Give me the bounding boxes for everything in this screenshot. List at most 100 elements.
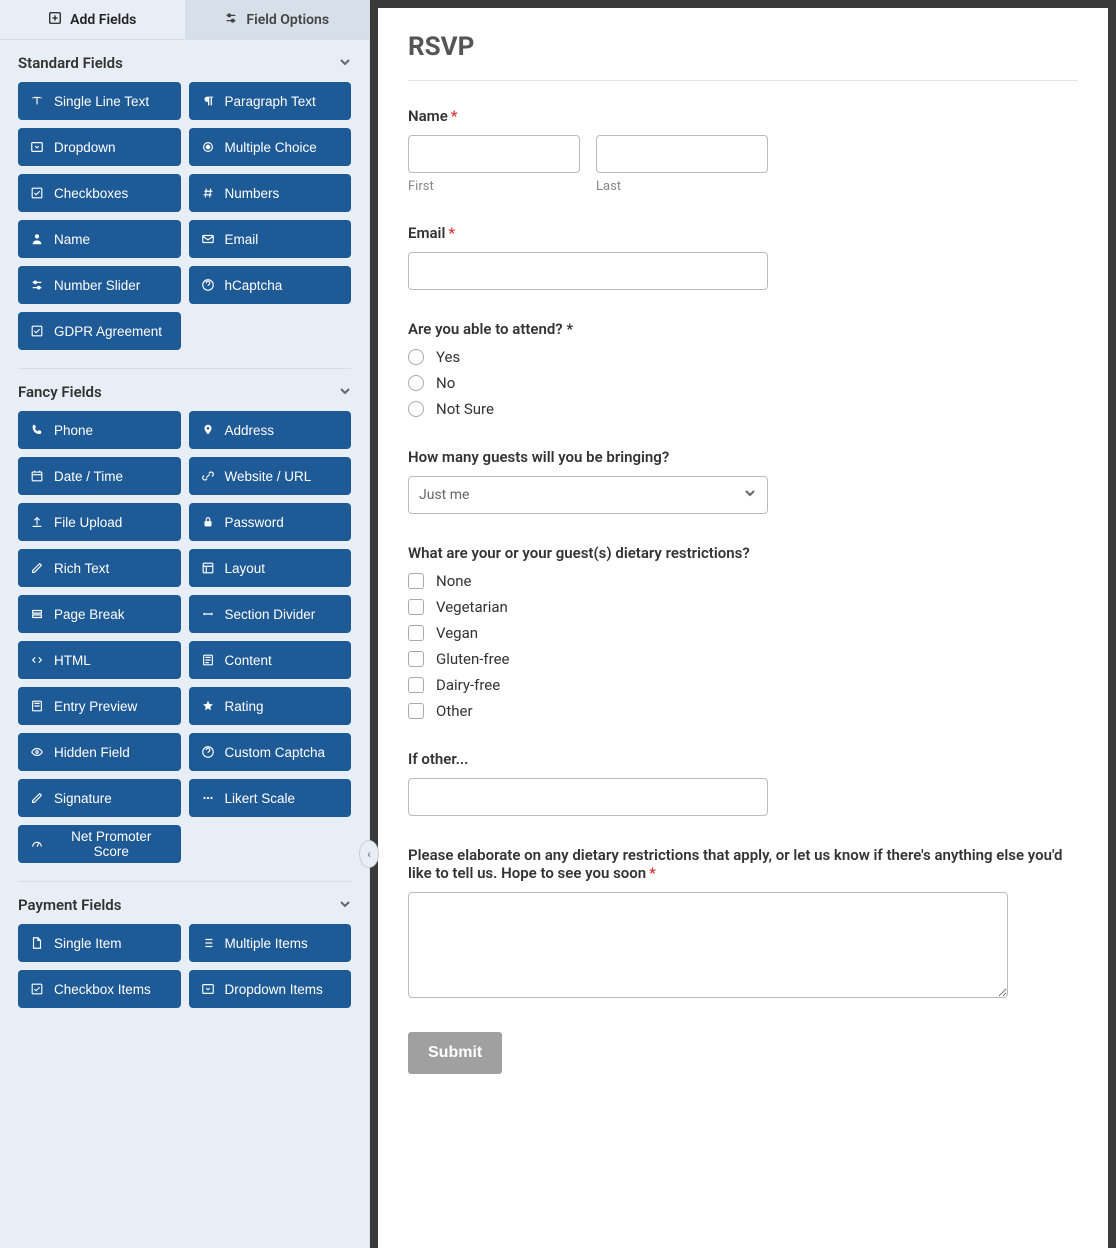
- checkbox-option[interactable]: Vegetarian: [408, 598, 1078, 616]
- section-header-standard[interactable]: Standard Fields: [0, 40, 369, 82]
- field-type-label: Number Slider: [54, 278, 140, 293]
- other-input[interactable]: [408, 778, 768, 816]
- field-type-number-slider[interactable]: Number Slider: [18, 266, 181, 304]
- last-name-input[interactable]: [596, 135, 768, 173]
- field-type-checkboxes[interactable]: Checkboxes: [18, 174, 181, 212]
- field-type-label: Date / Time: [54, 469, 123, 484]
- radio-option[interactable]: Yes: [408, 348, 1078, 366]
- checkbox-option[interactable]: Other: [408, 702, 1078, 720]
- checkbox-icon: [30, 324, 44, 338]
- field-type-label: Phone: [54, 423, 93, 438]
- field-type-label: HTML: [54, 653, 91, 668]
- field-type-paragraph-text[interactable]: Paragraph Text: [189, 82, 352, 120]
- field-type-label: Multiple Items: [225, 936, 308, 951]
- field-type-numbers[interactable]: Numbers: [189, 174, 352, 212]
- eye-icon: [30, 745, 44, 759]
- field-type-label: Layout: [225, 561, 266, 576]
- layout-icon: [201, 561, 215, 575]
- field-name[interactable]: Name* First Last: [408, 107, 1078, 194]
- field-type-single-line-text[interactable]: Single Line Text: [18, 82, 181, 120]
- field-type-gdpr-agreement[interactable]: GDPR Agreement: [18, 312, 181, 350]
- field-type-password[interactable]: Password: [189, 503, 352, 541]
- field-label: Name*: [408, 107, 1078, 125]
- required-mark: *: [448, 224, 455, 242]
- field-type-rating[interactable]: Rating: [189, 687, 352, 725]
- checkbox-icon: [30, 982, 44, 996]
- radio-option[interactable]: No: [408, 374, 1078, 392]
- field-type-entry-preview[interactable]: Entry Preview: [18, 687, 181, 725]
- field-type-label: Signature: [54, 791, 112, 806]
- section-header-fancy[interactable]: Fancy Fields: [0, 369, 369, 411]
- field-type-dropdown-items[interactable]: Dropdown Items: [189, 970, 352, 1008]
- field-type-multiple-items[interactable]: Multiple Items: [189, 924, 352, 962]
- field-label: Are you able to attend? *: [408, 320, 1078, 338]
- checkbox-option[interactable]: None: [408, 572, 1078, 590]
- field-type-checkbox-items[interactable]: Checkbox Items: [18, 970, 181, 1008]
- field-label: Email*: [408, 224, 1078, 242]
- field-type-label: Single Line Text: [54, 94, 149, 109]
- field-type-label: Email: [225, 232, 259, 247]
- field-type-likert-scale[interactable]: Likert Scale: [189, 779, 352, 817]
- field-type-file-upload[interactable]: File Upload: [18, 503, 181, 541]
- section-title: Standard Fields: [18, 54, 123, 72]
- field-type-label: hCaptcha: [225, 278, 283, 293]
- field-type-address[interactable]: Address: [189, 411, 352, 449]
- plus-square-icon: [48, 11, 62, 29]
- field-attend[interactable]: Are you able to attend? * Yes No Not Sure: [408, 320, 1078, 418]
- dropdown-icon: [201, 982, 215, 996]
- field-type-page-break[interactable]: Page Break: [18, 595, 181, 633]
- field-type-dropdown[interactable]: Dropdown: [18, 128, 181, 166]
- field-type-layout[interactable]: Layout: [189, 549, 352, 587]
- field-type-label: Multiple Choice: [225, 140, 317, 155]
- field-type-section-divider[interactable]: Section Divider: [189, 595, 352, 633]
- checkbox-option[interactable]: Gluten-free: [408, 650, 1078, 668]
- file-icon: [30, 936, 44, 950]
- field-guests[interactable]: How many guests will you be bringing? Ju…: [408, 448, 1078, 514]
- collapse-sidebar-button[interactable]: ‹: [359, 840, 379, 868]
- field-type-signature[interactable]: Signature: [18, 779, 181, 817]
- first-name-input[interactable]: [408, 135, 580, 173]
- checkbox-label: Vegan: [436, 624, 478, 642]
- field-type-email[interactable]: Email: [189, 220, 352, 258]
- checkbox-box: [408, 651, 424, 667]
- field-type-hcaptcha[interactable]: hCaptcha: [189, 266, 352, 304]
- submit-button[interactable]: Submit: [408, 1032, 502, 1074]
- field-type-single-item[interactable]: Single Item: [18, 924, 181, 962]
- tab-field-options[interactable]: Field Options: [185, 0, 370, 39]
- mail-icon: [201, 232, 215, 246]
- field-type-hidden-field[interactable]: Hidden Field: [18, 733, 181, 771]
- field-type-label: Section Divider: [225, 607, 316, 622]
- section-header-payment[interactable]: Payment Fields: [0, 882, 369, 924]
- field-type-multiple-choice[interactable]: Multiple Choice: [189, 128, 352, 166]
- field-type-website-url[interactable]: Website / URL: [189, 457, 352, 495]
- preview-icon: [30, 699, 44, 713]
- checkbox-option[interactable]: Vegan: [408, 624, 1078, 642]
- radio-label: No: [436, 374, 455, 392]
- field-type-content[interactable]: Content: [189, 641, 352, 679]
- radio-option[interactable]: Not Sure: [408, 400, 1078, 418]
- field-type-net-promoter-score[interactable]: Net Promoter Score: [18, 825, 181, 863]
- radio-box: [408, 401, 424, 417]
- checkbox-option[interactable]: Dairy-free: [408, 676, 1078, 694]
- help-icon: [201, 745, 215, 759]
- field-other[interactable]: If other...: [408, 750, 1078, 816]
- field-type-rich-text[interactable]: Rich Text: [18, 549, 181, 587]
- field-elaborate[interactable]: Please elaborate on any dietary restrict…: [408, 846, 1078, 1002]
- field-type-label: Password: [225, 515, 284, 530]
- paragraph-icon: [201, 94, 215, 108]
- field-email[interactable]: Email*: [408, 224, 1078, 290]
- field-type-name[interactable]: Name: [18, 220, 181, 258]
- tab-add-fields[interactable]: Add Fields: [0, 0, 185, 39]
- field-type-date-time[interactable]: Date / Time: [18, 457, 181, 495]
- field-dietary[interactable]: What are your or your guest(s) dietary r…: [408, 544, 1078, 720]
- elaborate-textarea[interactable]: [408, 892, 1008, 998]
- field-type-phone[interactable]: Phone: [18, 411, 181, 449]
- field-type-custom-captcha[interactable]: Custom Captcha: [189, 733, 352, 771]
- field-label: Please elaborate on any dietary restrict…: [408, 846, 1078, 882]
- phone-icon: [30, 423, 44, 437]
- guests-select[interactable]: Just me: [408, 476, 768, 514]
- section-title: Fancy Fields: [18, 383, 102, 401]
- email-input[interactable]: [408, 252, 768, 290]
- field-type-html[interactable]: HTML: [18, 641, 181, 679]
- field-grid-standard: Single Line Text Paragraph TextDropdown Mu…: [0, 82, 369, 360]
